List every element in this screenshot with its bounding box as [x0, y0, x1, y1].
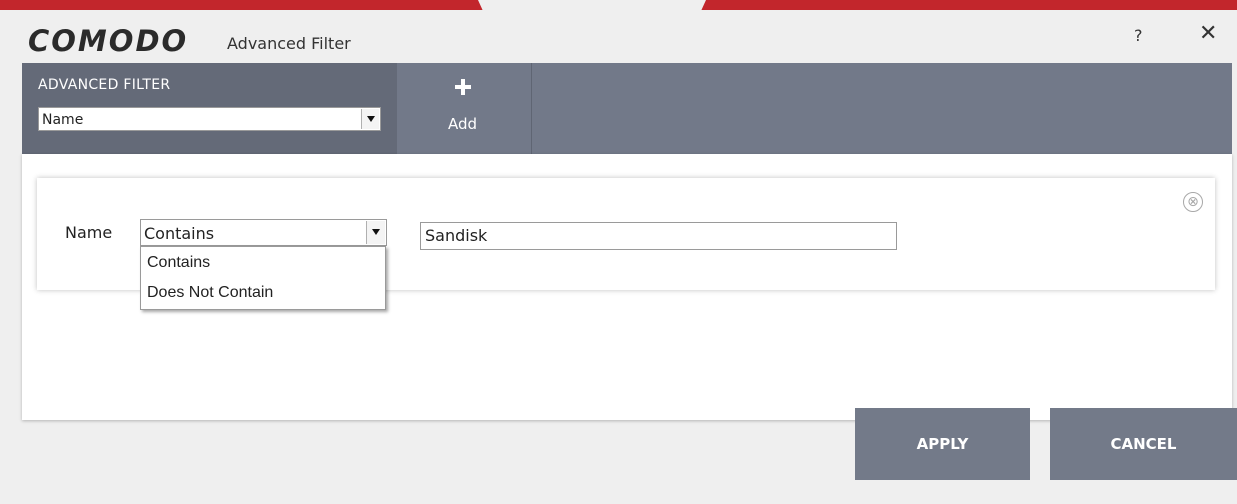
- filter-toolbar: ADVANCED FILTER Name Add: [22, 63, 1232, 154]
- comodo-logo: COMODO: [28, 24, 189, 58]
- filter-heading: ADVANCED FILTER: [38, 77, 171, 93]
- condition-field-label: Name: [65, 223, 113, 242]
- chevron-down-icon[interactable]: [361, 109, 379, 129]
- title-bar: COMODO Advanced Filter ? ✕: [0, 10, 1237, 71]
- close-button[interactable]: ✕: [1199, 23, 1217, 45]
- filter-conditions-panel: ⊗ Name Contains Contains Does Not Contai…: [22, 154, 1232, 420]
- help-button[interactable]: ?: [1134, 26, 1143, 45]
- window-title: Advanced Filter: [227, 34, 351, 53]
- filter-type-value: Name: [42, 112, 84, 128]
- condition-card: ⊗ Name Contains Contains Does Not Contai…: [37, 178, 1215, 310]
- filter-type-select[interactable]: Name: [38, 107, 381, 131]
- operator-option-contains[interactable]: Contains: [141, 249, 385, 277]
- operator-value: Contains: [144, 224, 215, 243]
- top-notch: [478, 0, 706, 10]
- cancel-button[interactable]: CANCEL: [1050, 408, 1237, 480]
- operator-select[interactable]: Contains: [140, 219, 387, 246]
- top-accent-bar: [0, 0, 1237, 10]
- filter-section: ADVANCED FILTER Name: [22, 63, 397, 154]
- condition-value-input[interactable]: Sandisk: [420, 222, 897, 250]
- add-label: Add: [448, 115, 478, 133]
- operator-dropdown-list: Contains Does Not Contain: [140, 246, 386, 310]
- plus-icon: [455, 79, 471, 95]
- chevron-down-icon[interactable]: [366, 221, 385, 244]
- apply-button[interactable]: APPLY: [855, 408, 1030, 480]
- add-button[interactable]: Add: [397, 63, 532, 154]
- remove-condition-icon[interactable]: ⊗: [1183, 192, 1203, 212]
- operator-option-does-not-contain[interactable]: Does Not Contain: [141, 279, 385, 307]
